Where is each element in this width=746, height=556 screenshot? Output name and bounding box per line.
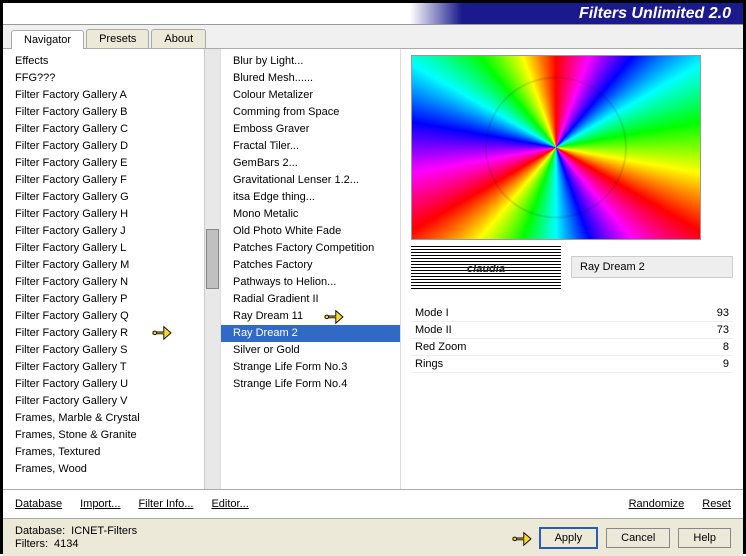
category-item[interactable]: Filter Factory Gallery G [3,189,204,206]
help-button[interactable]: Help [678,528,731,548]
scroll-thumb[interactable] [206,229,219,289]
filter-item[interactable]: Fractal Tiler... [221,138,400,155]
main-content: EffectsFFG???Filter Factory Gallery AFil… [3,49,743,489]
category-item[interactable]: Frames, Textured [3,444,204,461]
reset-button[interactable]: Reset [702,498,731,510]
filter-item[interactable]: Silver or Gold [221,342,400,359]
category-item[interactable]: Filter Factory Gallery P [3,291,204,308]
tab-navigator[interactable]: Navigator [11,30,84,49]
db-value: ICNET-Filters [71,525,137,537]
category-item[interactable]: Filter Factory Gallery L [3,240,204,257]
import-button[interactable]: Import... [80,498,120,510]
cancel-button[interactable]: Cancel [606,528,670,548]
filter-item[interactable]: Blur by Light... [221,53,400,70]
category-item[interactable]: Filter Factory Gallery T [3,359,204,376]
parameter-list: Mode I 93 Mode II 73 Red Zoom 8 Rings 9 [411,305,733,373]
param-value: 73 [717,324,729,336]
category-item[interactable]: Filter Factory Gallery J [3,223,204,240]
filters-count-label: Filters: [15,538,48,550]
param-row[interactable]: Mode II 73 [411,322,733,339]
selected-filter-name: Ray Dream 2 [571,256,733,278]
param-label: Rings [415,358,443,370]
param-value: 93 [717,307,729,319]
category-item[interactable]: Filter Factory Gallery H [3,206,204,223]
category-item[interactable]: Filter Factory Gallery A [3,87,204,104]
app-title: Filters Unlimited 2.0 [579,5,731,23]
category-list[interactable]: EffectsFFG???Filter Factory Gallery AFil… [3,49,221,489]
filter-item[interactable]: Colour Metalizer [221,87,400,104]
bottom-toolbar: Database Import... Filter Info... Editor… [3,489,743,518]
filter-item[interactable]: Strange Life Form No.4 [221,376,400,393]
category-item[interactable]: Filter Factory Gallery E [3,155,204,172]
param-row[interactable]: Red Zoom 8 [411,339,733,356]
param-label: Mode II [415,324,452,336]
filter-info-button[interactable]: Filter Info... [138,498,193,510]
filter-item[interactable]: Strange Life Form No.3 [221,359,400,376]
preview-panel: claudia Ray Dream 2 Mode I 93 Mode II 73 Red… [401,49,743,489]
category-item[interactable]: Filter Factory Gallery V [3,393,204,410]
filter-item[interactable]: Ray Dream 11 [221,308,400,325]
filter-item[interactable]: Ray Dream 2 [221,325,400,342]
category-item[interactable]: Effects [3,53,204,70]
filter-item[interactable]: Patches Factory [221,257,400,274]
filter-item[interactable]: Mono Metalic [221,206,400,223]
param-label: Red Zoom [415,341,466,353]
tab-row: NavigatorPresetsAbout [3,25,743,49]
watermark-badge: claudia [411,246,561,291]
category-item[interactable]: Filter Factory Gallery B [3,104,204,121]
category-item[interactable]: Filter Factory Gallery S [3,342,204,359]
category-item[interactable]: Frames, Stone & Granite [3,427,204,444]
category-item[interactable]: Filter Factory Gallery D [3,138,204,155]
db-label: Database: [15,525,65,537]
category-item[interactable]: Frames, Marble & Crystal [3,410,204,427]
filter-item[interactable]: Radial Gradient II [221,291,400,308]
filter-item[interactable]: Emboss Graver [221,121,400,138]
filter-item[interactable]: Pathways to Helion... [221,274,400,291]
filter-list[interactable]: Blur by Light...Blured Mesh......Colour … [221,49,401,489]
param-value: 8 [723,341,729,353]
filter-item[interactable]: GemBars 2... [221,155,400,172]
category-item[interactable]: Filter Factory Gallery C [3,121,204,138]
filter-item[interactable]: Patches Factory Competition [221,240,400,257]
category-item[interactable]: FFG??? [3,70,204,87]
tab-presets[interactable]: Presets [86,29,149,48]
apply-button[interactable]: Apply [539,527,599,549]
category-item[interactable]: Filter Factory Gallery M [3,257,204,274]
filters-count-value: 4134 [54,538,78,550]
filter-item[interactable]: Gravitational Lenser 1.2... [221,172,400,189]
preview-image [411,55,701,240]
pointer-hand-icon [511,529,533,547]
editor-button[interactable]: Editor... [211,498,248,510]
category-item[interactable]: Filter Factory Gallery N [3,274,204,291]
database-button[interactable]: Database [15,498,62,510]
status-bar: Database: ICNET-Filters Filters: 4134 Appl… [3,518,743,556]
param-row[interactable]: Rings 9 [411,356,733,373]
category-item[interactable]: Filter Factory Gallery R [3,325,204,342]
randomize-button[interactable]: Randomize [629,498,685,510]
filter-item[interactable]: itsa Edge thing... [221,189,400,206]
titlebar: Filters Unlimited 2.0 [3,3,743,25]
tab-about[interactable]: About [151,29,206,48]
category-item[interactable]: Filter Factory Gallery U [3,376,204,393]
filter-item[interactable]: Comming from Space [221,104,400,121]
param-value: 9 [723,358,729,370]
filter-item[interactable]: Blured Mesh...... [221,70,400,87]
filter-item[interactable]: Old Photo White Fade [221,223,400,240]
category-scrollbar[interactable] [204,49,220,489]
category-item[interactable]: Frames, Wood [3,461,204,478]
param-label: Mode I [415,307,449,319]
param-row[interactable]: Mode I 93 [411,305,733,322]
category-item[interactable]: Filter Factory Gallery Q [3,308,204,325]
category-item[interactable]: Filter Factory Gallery F [3,172,204,189]
